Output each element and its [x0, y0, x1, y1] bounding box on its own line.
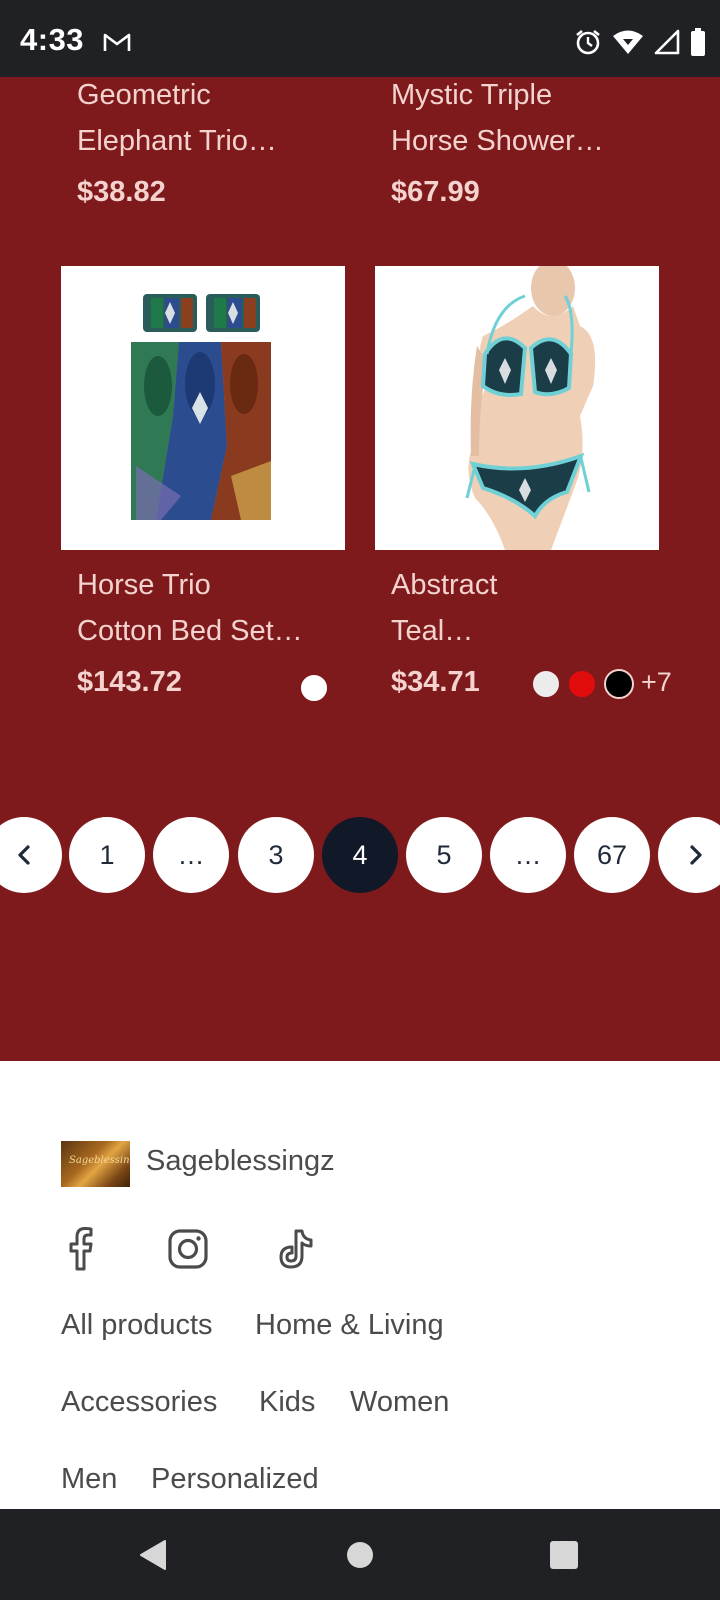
status-time: 4:33: [20, 22, 85, 57]
instagram-icon[interactable]: [164, 1225, 212, 1273]
product-title[interactable]: Geometric Elephant Trio…: [77, 77, 277, 164]
product-image[interactable]: [61, 266, 345, 550]
product-title[interactable]: Horse Trio Cotton Bed Set…: [77, 562, 303, 654]
page-button-3[interactable]: 3: [238, 817, 314, 893]
swimsuit-image: [375, 266, 659, 550]
site-footer: Sageblessingz Sageblessingz All products…: [0, 1061, 720, 1509]
recents-button[interactable]: [504, 1509, 624, 1600]
footer-link-accessories[interactable]: Accessories: [61, 1386, 217, 1419]
tiktok-icon[interactable]: [270, 1225, 318, 1273]
more-colors-count[interactable]: +7: [641, 667, 672, 698]
page-button-1[interactable]: 1: [69, 817, 145, 893]
color-swatch[interactable]: [531, 669, 561, 699]
chevron-left-icon: [18, 845, 30, 865]
system-nav-bar: [0, 1509, 720, 1600]
chevron-right-icon: [690, 845, 702, 865]
footer-link-home-living[interactable]: Home & Living: [255, 1309, 444, 1342]
footer-link-kids[interactable]: Kids: [259, 1386, 315, 1419]
status-icons: [574, 28, 706, 56]
back-triangle-icon: [140, 1539, 166, 1570]
page-ellipsis: …: [490, 817, 566, 893]
page-button-5[interactable]: 5: [406, 817, 482, 893]
page-button-67[interactable]: 67: [574, 817, 650, 893]
color-swatch[interactable]: [299, 673, 329, 703]
recents-square-icon: [550, 1540, 578, 1569]
product-price: $67.99: [391, 176, 480, 208]
battery-icon: [691, 28, 705, 56]
facebook-icon[interactable]: [57, 1225, 105, 1273]
wifi-icon: [613, 30, 643, 54]
signal-icon: [654, 29, 680, 55]
color-swatch[interactable]: [604, 669, 634, 699]
footer-link-women[interactable]: Women: [350, 1386, 449, 1419]
product-price: $143.72: [77, 666, 182, 698]
bed-set-image: [61, 266, 345, 550]
page-ellipsis: …: [153, 817, 229, 893]
brand-logo[interactable]: Sageblessingz: [61, 1141, 130, 1187]
footer-link-all-products[interactable]: All products: [61, 1309, 213, 1342]
product-title[interactable]: Mystic Triple Horse Shower…: [391, 77, 604, 164]
color-swatch[interactable]: [567, 669, 597, 699]
status-bar: 4:33: [0, 0, 720, 77]
home-button[interactable]: [300, 1509, 420, 1600]
product-image[interactable]: [375, 266, 659, 550]
prev-page-button[interactable]: [0, 817, 62, 893]
next-page-button[interactable]: [658, 817, 720, 893]
product-price: $34.71: [391, 666, 480, 698]
back-button[interactable]: [93, 1509, 213, 1600]
product-price: $38.82: [77, 176, 166, 208]
footer-link-men[interactable]: Men: [61, 1463, 117, 1496]
alarm-icon: [576, 29, 600, 55]
home-circle-icon: [347, 1541, 373, 1568]
brand-name[interactable]: Sageblessingz: [146, 1145, 335, 1178]
footer-link-personalized[interactable]: Personalized: [151, 1463, 319, 1496]
product-grid: Geometric Elephant Trio… $38.82 Mystic T…: [0, 77, 720, 1061]
gmail-icon: [103, 33, 131, 51]
product-title[interactable]: Abstract Teal…: [391, 562, 497, 654]
page-button-4-current[interactable]: 4: [322, 817, 398, 893]
